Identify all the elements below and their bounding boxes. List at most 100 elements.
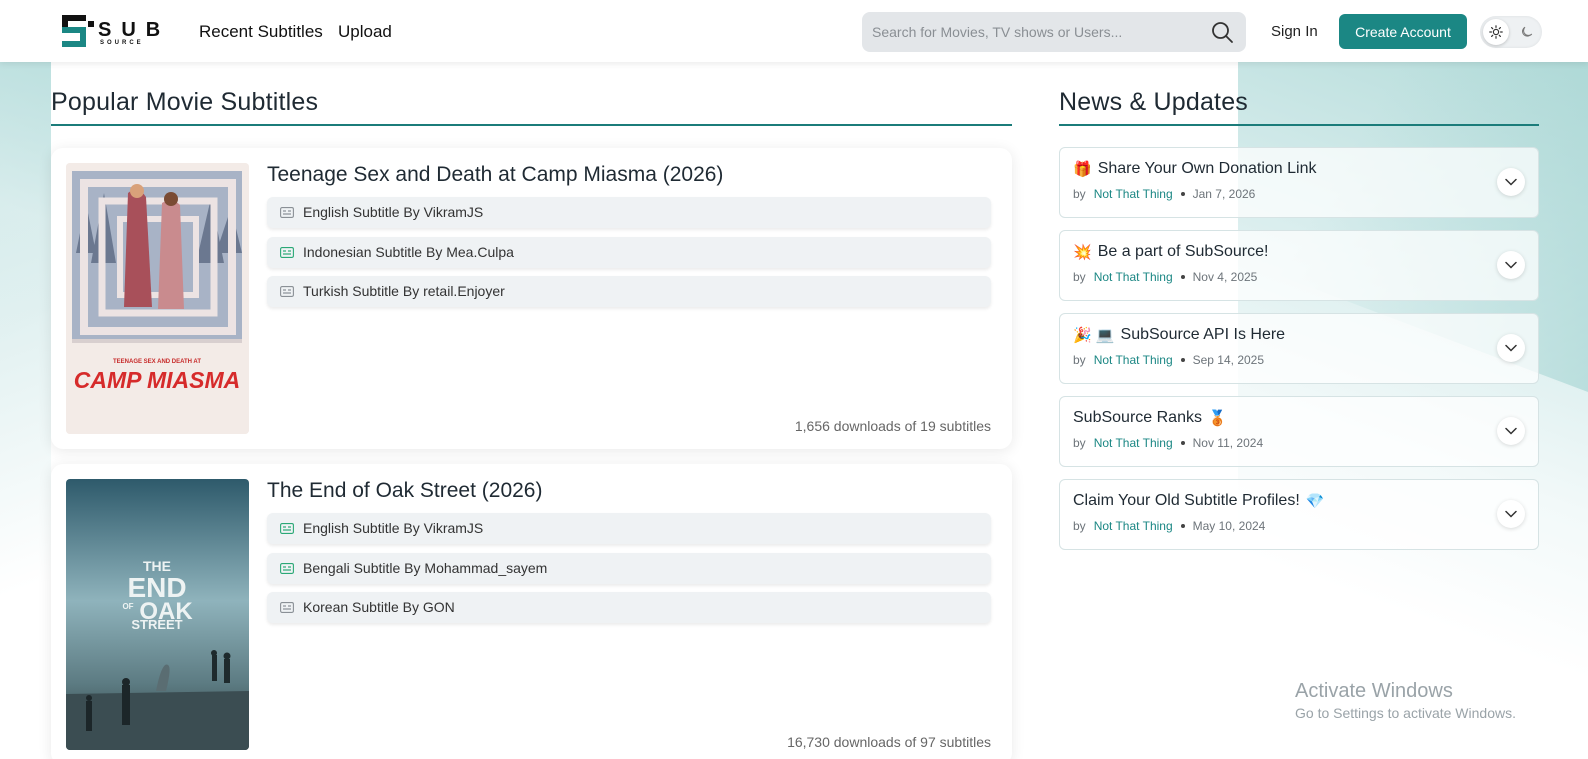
news-title: SubSource Ranks 🥉	[1073, 409, 1227, 427]
news-author-link[interactable]: Not That Thing	[1094, 270, 1173, 284]
movie-card[interactable]: THE END OF OAK STREET The End of Oak Str…	[51, 464, 1012, 759]
news-item[interactable]: SubSource Ranks 🥉 by Not That Thing Nov …	[1059, 396, 1539, 467]
moon-icon[interactable]	[1514, 19, 1540, 45]
chevron-down-icon	[1505, 178, 1517, 186]
cc-green-icon	[280, 247, 294, 258]
subtitle-label: Indonesian Subtitle By Mea.Culpa	[303, 244, 514, 260]
separator-dot	[1180, 275, 1185, 279]
news-date: Jan 7, 2026	[1192, 187, 1256, 201]
chevron-down-icon	[1505, 261, 1517, 269]
logo-text: SUB	[98, 19, 171, 41]
download-count: 16,730 downloads of 97 subtitles	[787, 734, 991, 750]
news-item[interactable]: 🎁 Share Your Own Donation Link by Not Th…	[1059, 147, 1539, 218]
subtitle-label: Bengali Subtitle By Mohammad_sayem	[303, 560, 548, 576]
cc-green-icon	[280, 523, 294, 534]
subtitle-item[interactable]: Turkish Subtitle By retail.Enjoyer	[267, 276, 991, 307]
news-date: Nov 4, 2025	[1192, 270, 1258, 284]
nav-upload[interactable]: Upload	[338, 22, 392, 42]
windows-activation-watermark: Activate Windows Go to Settings to activ…	[1295, 680, 1516, 721]
subsource-logo[interactable]: SUB SOURCE	[60, 13, 164, 49]
news-author-link[interactable]: Not That Thing	[1094, 519, 1173, 533]
search-box[interactable]	[862, 12, 1246, 52]
poster-small-text: TEENAGE SEX AND DEATH AT	[113, 359, 201, 365]
search-input[interactable]	[872, 22, 1192, 42]
section-title-news: News & Updates	[1059, 88, 1248, 116]
news-item[interactable]: Claim Your Old Subtitle Profiles! 💎 by N…	[1059, 479, 1539, 550]
news-item[interactable]: 🎉 💻 SubSource API Is Here by Not That Th…	[1059, 313, 1539, 384]
expand-button[interactable]	[1497, 334, 1525, 362]
chevron-down-icon	[1505, 510, 1517, 518]
movie-title[interactable]: The End of Oak Street (2026)	[267, 479, 542, 503]
medal-icon: 🥉	[1207, 410, 1227, 427]
news-title-text[interactable]: Claim Your Old Subtitle Profiles!	[1073, 492, 1300, 510]
news-title-text[interactable]: SubSource Ranks	[1073, 409, 1202, 427]
logo-subtext: SOURCE	[100, 40, 144, 46]
news-by: by	[1073, 270, 1086, 284]
poster-text-line: OF	[122, 602, 133, 611]
expand-button[interactable]	[1497, 417, 1525, 445]
news-author-link[interactable]: Not That Thing	[1094, 187, 1173, 201]
subtitle-label: English Subtitle By VikramJS	[303, 204, 484, 220]
news-title-text[interactable]: Be a part of SubSource!	[1098, 243, 1269, 261]
download-count: 1,656 downloads of 19 subtitles	[794, 418, 991, 434]
section-divider	[51, 124, 1012, 126]
sign-in-link[interactable]: Sign In	[1271, 23, 1318, 40]
search-icon[interactable]	[1210, 20, 1234, 44]
poster-big-text: CAMP MIASMA	[74, 367, 241, 393]
news-author-link[interactable]: Not That Thing	[1094, 436, 1173, 450]
cc-gray-icon	[280, 602, 294, 613]
section-divider	[1059, 124, 1539, 126]
movie-poster[interactable]: THE END OF OAK STREET	[66, 479, 249, 750]
expand-button[interactable]	[1497, 168, 1525, 196]
chevron-down-icon	[1505, 344, 1517, 352]
theme-toggle[interactable]	[1480, 16, 1542, 48]
news-title: Claim Your Old Subtitle Profiles! 💎	[1073, 492, 1324, 510]
news-updates-section: News & Updates 🎁 Share Your Own Donation…	[1059, 62, 1539, 759]
cc-gray-icon	[280, 207, 294, 218]
news-date: Nov 11, 2024	[1192, 436, 1264, 450]
subtitle-label: Korean Subtitle By GON	[303, 599, 455, 615]
news-date: Sep 14, 2025	[1192, 353, 1265, 367]
section-title-popular: Popular Movie Subtitles	[51, 88, 319, 116]
sun-icon[interactable]	[1483, 19, 1509, 45]
gem-icon: 💎	[1305, 493, 1325, 510]
news-by: by	[1073, 353, 1086, 367]
create-account-button[interactable]: Create Account	[1339, 14, 1467, 49]
news-meta: by Not That Thing May 10, 2024	[1073, 519, 1265, 533]
expand-button[interactable]	[1497, 251, 1525, 279]
separator-dot	[1180, 358, 1185, 362]
chevron-down-icon	[1505, 427, 1517, 435]
watermark-title: Activate Windows	[1295, 680, 1453, 702]
news-title-text[interactable]: SubSource API Is Here	[1121, 326, 1286, 344]
news-meta: by Not That Thing Jan 7, 2026	[1073, 187, 1255, 201]
party-laptop-icon: 🎉 💻	[1073, 327, 1115, 344]
news-title: 🎁 Share Your Own Donation Link	[1073, 160, 1317, 178]
news-item[interactable]: 💥 Be a part of SubSource! by Not That Th…	[1059, 230, 1539, 301]
separator-dot	[1180, 441, 1185, 445]
subtitle-item[interactable]: Bengali Subtitle By Mohammad_sayem	[267, 553, 991, 584]
news-author-link[interactable]: Not That Thing	[1094, 353, 1173, 367]
cc-green-icon	[280, 563, 294, 574]
subtitle-item[interactable]: English Subtitle By VikramJS	[267, 197, 991, 228]
popular-movies-section: Popular Movie Subtitles TEENAGE SEX AND	[51, 62, 1012, 759]
nav-recent-subtitles[interactable]: Recent Subtitles	[199, 22, 323, 42]
subtitle-item[interactable]: Indonesian Subtitle By Mea.Culpa	[267, 237, 991, 268]
news-date: May 10, 2024	[1192, 519, 1266, 533]
explosion-icon: 💥	[1073, 244, 1092, 261]
separator-dot	[1180, 192, 1185, 196]
movie-poster[interactable]: TEENAGE SEX AND DEATH AT CAMP MIASMA	[66, 163, 249, 434]
subtitle-label: Turkish Subtitle By retail.Enjoyer	[303, 283, 505, 299]
news-by: by	[1073, 187, 1086, 201]
subtitle-item[interactable]: Korean Subtitle By GON	[267, 592, 991, 623]
separator-dot	[1180, 524, 1185, 528]
movie-card[interactable]: TEENAGE SEX AND DEATH AT CAMP MIASMA Tee…	[51, 148, 1012, 449]
news-meta: by Not That Thing Nov 11, 2024	[1073, 436, 1263, 450]
subtitle-item[interactable]: English Subtitle By VikramJS	[267, 513, 991, 544]
news-title-text[interactable]: Share Your Own Donation Link	[1098, 160, 1317, 178]
top-navbar: SUB SOURCE Recent Subtitles Upload Sign …	[0, 0, 1588, 62]
logo-mark-icon	[62, 15, 94, 47]
movie-title[interactable]: Teenage Sex and Death at Camp Miasma (20…	[267, 163, 723, 187]
news-title: 💥 Be a part of SubSource!	[1073, 243, 1268, 261]
expand-button[interactable]	[1497, 500, 1525, 528]
news-by: by	[1073, 519, 1086, 533]
